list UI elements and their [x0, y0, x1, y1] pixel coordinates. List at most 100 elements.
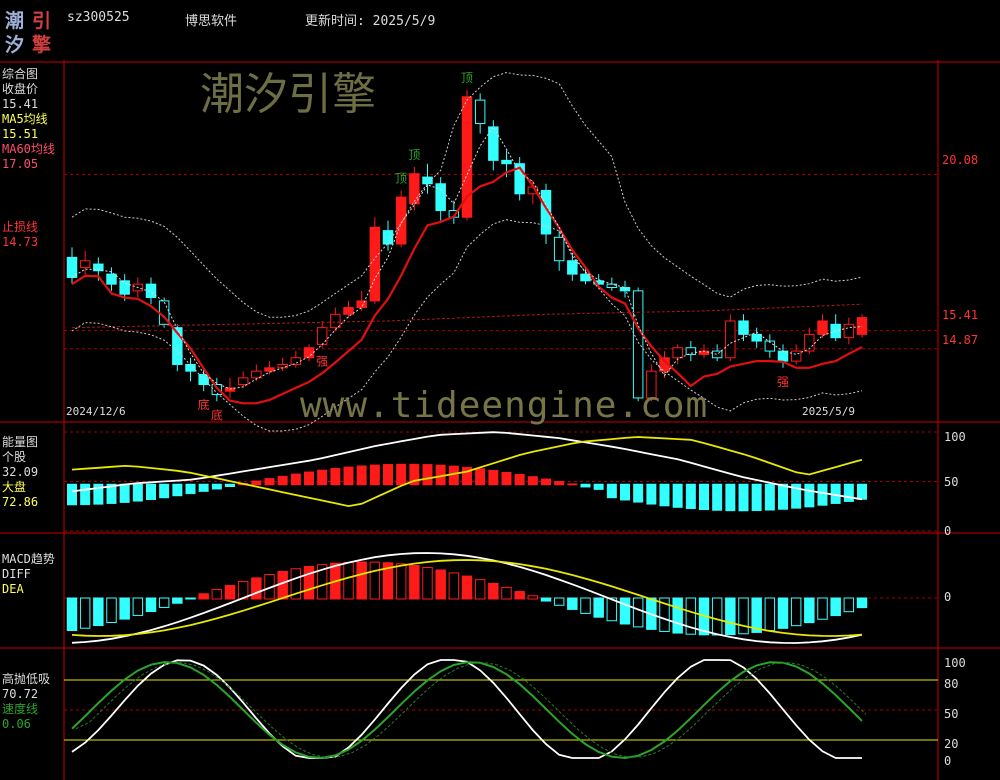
- watermark-url: www.tideengine.com: [300, 385, 709, 426]
- energy-bar: [672, 483, 683, 508]
- energy-bar: [475, 468, 486, 486]
- ma5-label: MA5均线: [2, 112, 48, 126]
- candle-body: [369, 226, 381, 302]
- macd-bar: [198, 593, 209, 600]
- candle-body: [777, 350, 789, 362]
- energy-bar: [501, 471, 512, 486]
- energy-bar: [712, 483, 723, 511]
- macd-bar: [619, 597, 631, 625]
- macd-bar: [830, 597, 841, 617]
- macd-bar: [356, 561, 367, 600]
- macd-bar: [145, 597, 157, 613]
- energy-bar: [343, 466, 354, 486]
- watermark-title: 潮汐引擎: [200, 69, 376, 120]
- candle-body: [356, 300, 367, 309]
- macd-title: MACD趋势: [2, 552, 55, 566]
- energy-level-50: 50: [944, 475, 959, 489]
- energy-bar: [132, 483, 143, 502]
- macd-bar: [474, 579, 486, 600]
- main-level-2: 15.41: [942, 308, 979, 322]
- candle-body: [725, 320, 736, 359]
- energy-bar: [172, 483, 183, 497]
- energy-market-label: 大盘: [2, 480, 27, 494]
- candle-body: [553, 236, 565, 262]
- macd-bar: [501, 586, 512, 600]
- macd-bar: [790, 597, 802, 627]
- candle-body: [843, 323, 855, 339]
- ma60-value: 17.05: [2, 157, 39, 171]
- candle-body: [119, 280, 130, 295]
- macd-bar: [277, 570, 288, 600]
- macd-bar: [488, 582, 499, 600]
- energy-bar: [356, 465, 367, 486]
- annotation-top: 顶: [408, 148, 420, 162]
- candle-body: [817, 320, 828, 335]
- energy-market-value: 72.86: [2, 495, 39, 509]
- energy-bar: [580, 483, 591, 488]
- energy-bar: [185, 483, 196, 495]
- macd-bar: [514, 591, 525, 600]
- energy-bar: [699, 483, 709, 511]
- macd-bar: [369, 561, 381, 600]
- energy-bar: [119, 483, 130, 503]
- energy-bar: [396, 463, 407, 486]
- energy-bar: [817, 483, 828, 506]
- energy-bar: [304, 471, 314, 486]
- candle-body: [474, 99, 486, 125]
- macd-bar: [303, 565, 315, 600]
- update-time: 更新时间: 2025/5/9: [305, 14, 436, 29]
- candle-body: [316, 327, 328, 345]
- macd-bar: [804, 597, 815, 624]
- macd-bar: [856, 597, 868, 609]
- energy-bar: [383, 464, 393, 486]
- macd-bar: [527, 595, 539, 600]
- annotation-strong: 强: [316, 355, 328, 369]
- energy-bar: [277, 475, 288, 486]
- energy-bar: [685, 483, 696, 510]
- close-value: 15.41: [2, 97, 39, 111]
- kd-level-100: 100: [944, 656, 966, 670]
- energy-bar: [80, 483, 91, 506]
- annotation-strong: 强: [777, 375, 789, 389]
- energy-bar: [264, 478, 275, 486]
- kd-level-50: 50: [944, 707, 959, 721]
- energy-bar: [843, 483, 854, 502]
- kd-value-line: [71, 659, 862, 759]
- candle-body: [237, 377, 249, 386]
- candle-body: [303, 347, 315, 359]
- macd-bar: [185, 597, 196, 600]
- logo-char-4: 擎: [32, 34, 52, 56]
- energy-bar: [290, 473, 301, 486]
- logo: 潮 引 汐 擎: [2, 2, 60, 58]
- macd-bar: [211, 589, 223, 600]
- candle-body: [66, 256, 78, 278]
- macd-bar: [738, 597, 749, 635]
- energy-bar: [422, 464, 433, 486]
- main-level-1: 20.08: [942, 153, 979, 167]
- energy-title: 能量图: [2, 435, 39, 449]
- kd-legend: 高抛低吸 70.72 速度线 0.06: [2, 672, 50, 732]
- energy-stock-label: 个股: [2, 450, 27, 464]
- energy-bar: [330, 468, 341, 486]
- candle-body: [290, 357, 302, 365]
- stop-value: 14.73: [2, 235, 39, 249]
- candle-body: [145, 283, 157, 299]
- energy-bar: [211, 483, 222, 490]
- energy-bar: [659, 483, 670, 507]
- macd-dea-label: DEA: [2, 582, 24, 596]
- energy-bar: [146, 483, 156, 500]
- candle-body: [264, 367, 275, 372]
- kd-value: 70.72: [2, 687, 39, 701]
- macd-diff-label: DIFF: [2, 567, 31, 581]
- candle-body: [685, 347, 697, 355]
- energy-bar: [448, 465, 459, 486]
- candle-body: [751, 333, 762, 342]
- stock-code: sz300525: [67, 10, 130, 25]
- stop-label: 止损线: [2, 220, 39, 234]
- energy-bar: [514, 473, 525, 486]
- energy-bar: [369, 464, 380, 486]
- ma5-value: 15.51: [2, 127, 39, 141]
- energy-bar: [593, 483, 604, 490]
- candle-body: [711, 350, 723, 359]
- candle-body: [619, 287, 631, 292]
